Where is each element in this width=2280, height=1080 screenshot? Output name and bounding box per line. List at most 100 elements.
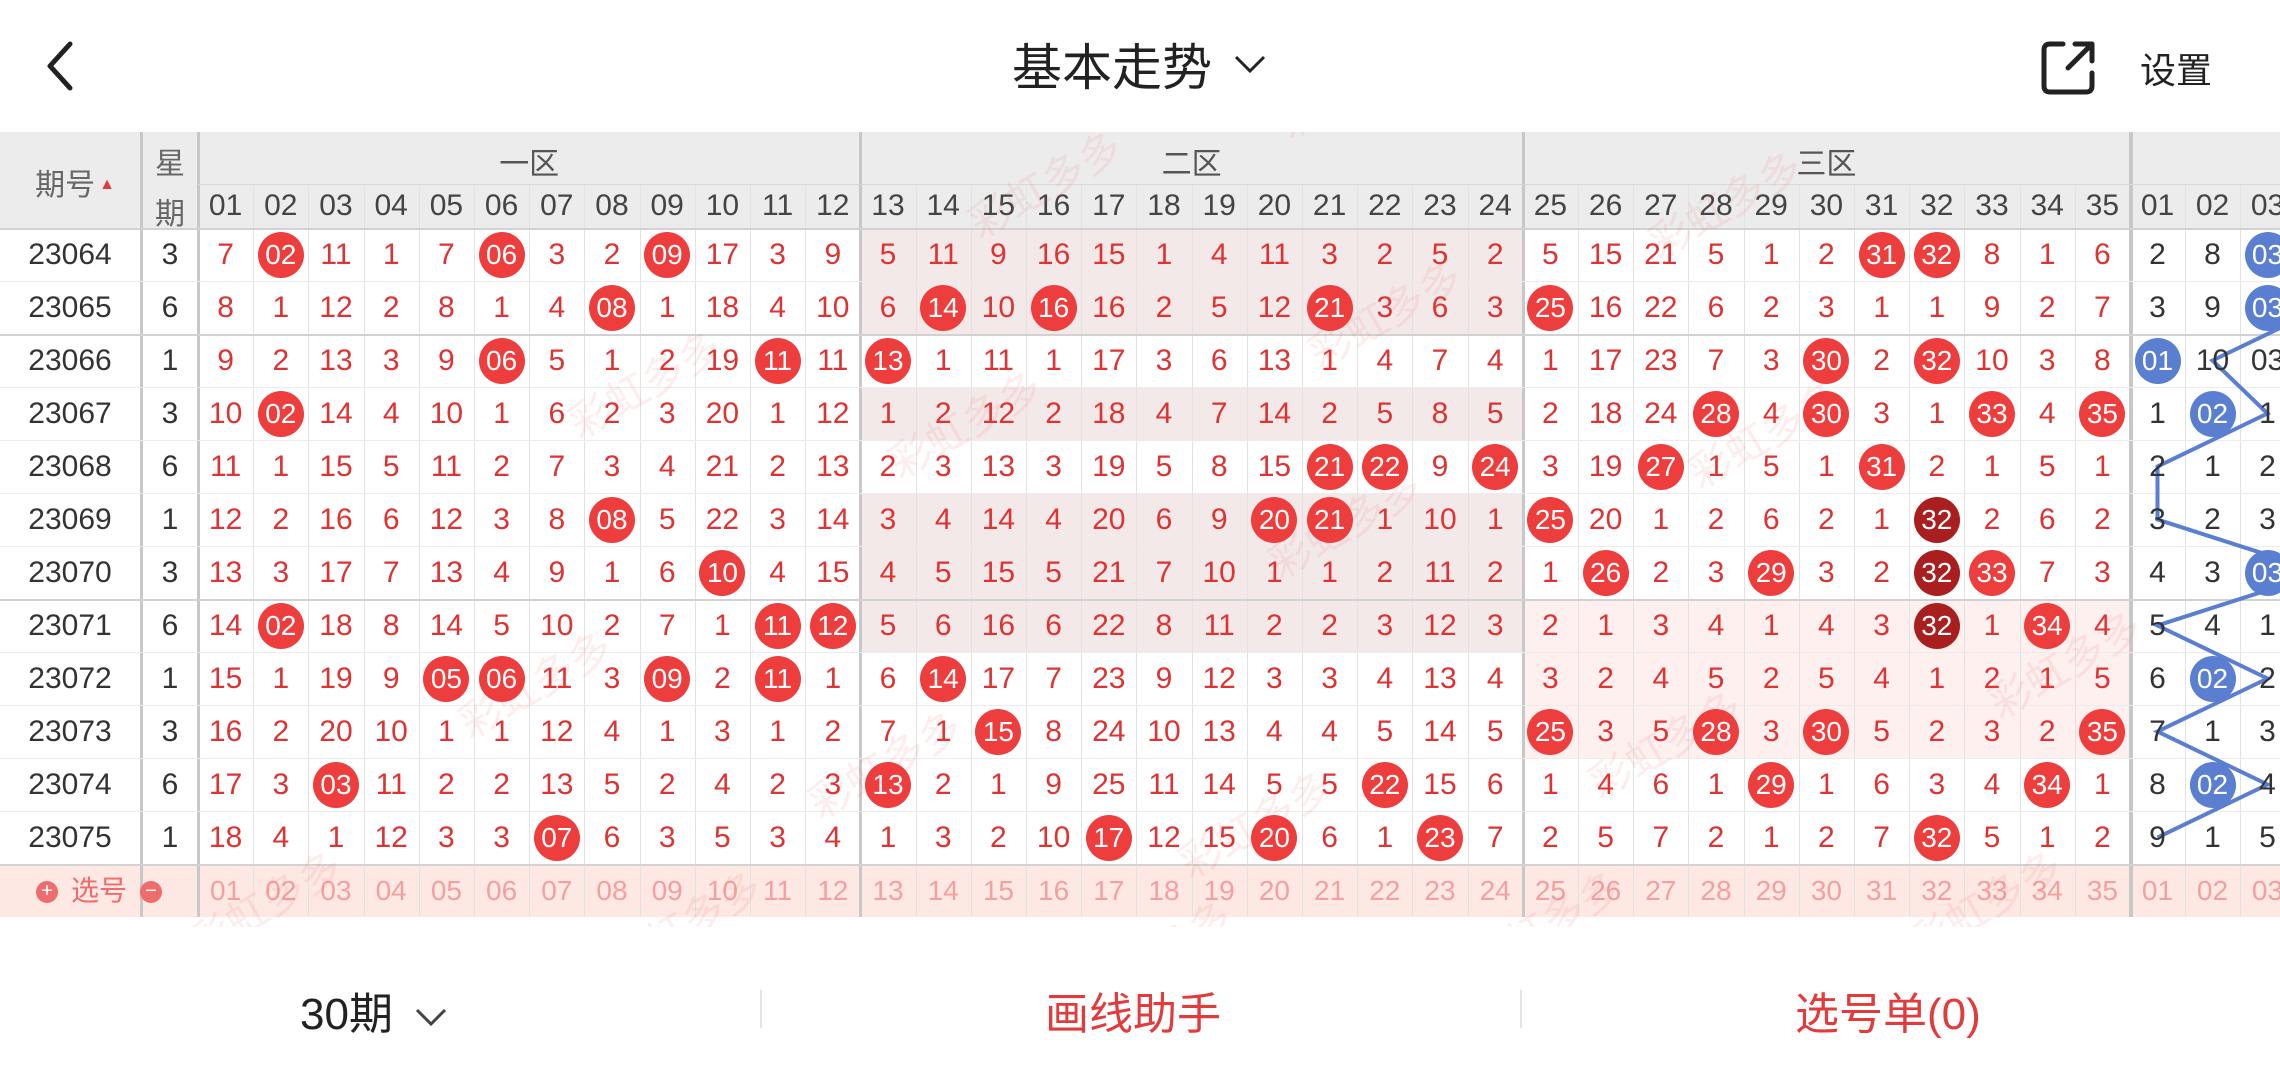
red-ball: 32: [1913, 549, 1960, 596]
red-ball: 05: [423, 655, 470, 702]
select-number[interactable]: 12: [805, 864, 860, 917]
miss-count: 17: [1588, 344, 1623, 377]
draw-helper-button[interactable]: 画线助手: [1045, 978, 1221, 1042]
select-number[interactable]: 05: [419, 864, 474, 917]
select-number[interactable]: 33: [1964, 864, 2019, 917]
miss-count: 5: [1155, 450, 1173, 483]
page-title-dropdown[interactable]: 基本走势: [1012, 28, 1268, 100]
select-number[interactable]: 25: [1523, 864, 1578, 917]
select-number[interactable]: 17: [1081, 864, 1136, 917]
select-number[interactable]: 31: [1854, 864, 1909, 917]
miss-count: 2: [603, 238, 621, 271]
select-number[interactable]: 11: [750, 864, 805, 917]
number-header: 31: [1864, 189, 1899, 222]
miss-count: 4: [824, 821, 842, 854]
select-number[interactable]: 21: [1302, 864, 1357, 917]
blue-ball: 02: [2189, 655, 2236, 702]
miss-count: 1: [1873, 503, 1890, 536]
select-number[interactable]: 01: [198, 864, 253, 917]
weekday-header: 星: [155, 148, 185, 181]
red-ball: 11: [754, 602, 801, 649]
select-number[interactable]: 35: [2075, 864, 2130, 917]
miss-count: 7: [217, 238, 234, 271]
miss-count: 16: [981, 609, 1016, 642]
miss-count: 6: [1762, 503, 1780, 536]
blue-miss-count: 3: [2259, 715, 2276, 748]
miss-count: 9: [990, 238, 1007, 271]
miss-count: 12: [319, 291, 353, 324]
select-number[interactable]: 29: [1744, 864, 1799, 917]
select-number[interactable]: 28: [1688, 864, 1743, 917]
red-ball: 30: [1803, 390, 1850, 437]
select-number[interactable]: 08: [584, 864, 639, 917]
red-ball: 20: [1251, 496, 1298, 543]
red-ball: 09: [644, 231, 691, 278]
select-blue-number[interactable]: 03: [2240, 864, 2280, 917]
miss-count: 6: [879, 662, 897, 695]
settings-button[interactable]: 设置: [2140, 42, 2212, 94]
select-number[interactable]: 23: [1412, 864, 1467, 917]
weekday-cell: 1: [161, 821, 179, 854]
miss-count: 2: [1762, 291, 1780, 324]
periods-selector[interactable]: 30期: [300, 978, 449, 1042]
select-number[interactable]: 19: [1192, 864, 1247, 917]
issue-header[interactable]: 期号 ▲: [20, 160, 130, 204]
miss-count: 5: [658, 503, 676, 536]
miss-count: 23: [1644, 344, 1678, 377]
miss-count: 3: [1873, 397, 1890, 430]
select-number[interactable]: 20: [1247, 864, 1302, 917]
pick-list-button[interactable]: 选号单(0): [1795, 978, 1981, 1042]
red-ball: 34: [2024, 602, 2071, 649]
red-ball: 13: [865, 761, 911, 808]
miss-count: 1: [2038, 238, 2056, 271]
miss-count: 4: [1873, 662, 1890, 695]
miss-count: 4: [1376, 662, 1394, 695]
select-number[interactable]: 15: [971, 864, 1026, 917]
miss-count: 22: [1092, 609, 1126, 642]
select-blue-number[interactable]: 01: [2130, 864, 2185, 917]
miss-count: 23: [1092, 662, 1126, 695]
miss-count: 5: [1652, 715, 1670, 748]
miss-count: 2: [1762, 662, 1780, 695]
select-number[interactable]: 30: [1799, 864, 1854, 917]
miss-count: 2: [1321, 609, 1338, 642]
miss-count: 2: [493, 450, 510, 483]
select-number[interactable]: 02: [253, 864, 308, 917]
select-blue-number[interactable]: 02: [2185, 864, 2240, 917]
select-number[interactable]: 18: [1136, 864, 1191, 917]
select-number[interactable]: 16: [1026, 864, 1081, 917]
select-number[interactable]: 32: [1909, 864, 1964, 917]
miss-count: 7: [2038, 556, 2056, 589]
share-button[interactable]: [2038, 36, 2100, 98]
select-number[interactable]: 14: [916, 864, 971, 917]
miss-count: 2: [2094, 821, 2111, 854]
miss-count: 1: [603, 556, 621, 589]
miss-count: 7: [1873, 821, 1890, 854]
zone-header: 三区: [1796, 148, 1857, 181]
miss-count: 2: [1652, 556, 1670, 589]
miss-count: 5: [1542, 238, 1559, 271]
select-number[interactable]: 24: [1468, 864, 1523, 917]
select-number[interactable]: 10: [695, 864, 750, 917]
select-number[interactable]: 07: [529, 864, 584, 917]
select-number[interactable]: 26: [1578, 864, 1633, 917]
select-number[interactable]: 13: [860, 864, 915, 917]
add-icon[interactable]: +: [36, 881, 58, 903]
miss-count: 1: [1818, 768, 1835, 801]
select-number[interactable]: 34: [2020, 864, 2075, 917]
miss-count: 10: [374, 715, 408, 748]
number-header: 21: [1312, 189, 1347, 222]
select-number[interactable]: 06: [474, 864, 529, 917]
number-header: 34: [2030, 189, 2064, 222]
remove-icon[interactable]: −: [140, 881, 162, 903]
select-number[interactable]: 09: [640, 864, 695, 917]
miss-count: 8: [548, 503, 566, 536]
select-number[interactable]: 27: [1633, 864, 1688, 917]
select-number[interactable]: 22: [1357, 864, 1412, 917]
select-number[interactable]: 03: [308, 864, 363, 917]
select-number[interactable]: 04: [364, 864, 419, 917]
red-ball: 21: [1306, 443, 1353, 490]
miss-count: 2: [934, 768, 952, 801]
miss-count: 15: [1092, 238, 1126, 271]
red-ball: 06: [478, 655, 525, 702]
